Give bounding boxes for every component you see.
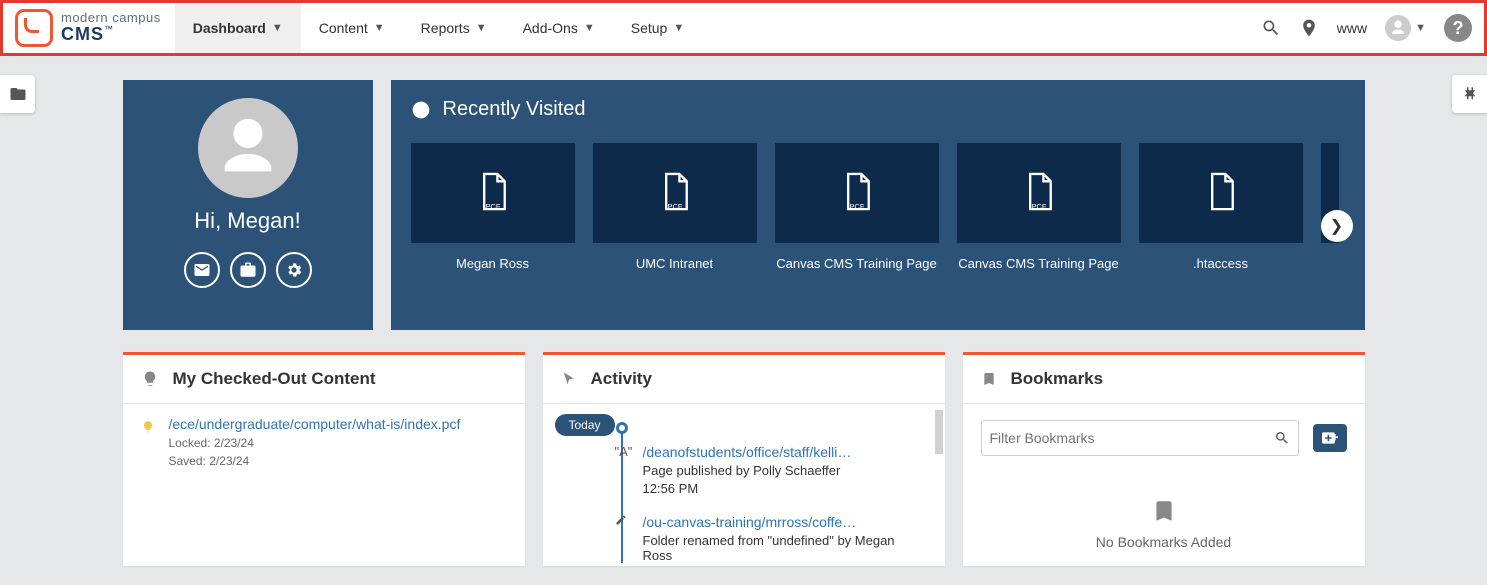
pcf-file-icon: PCF [411,143,575,243]
logo-mark-icon [15,9,53,47]
lightbulb-icon [141,370,159,388]
recently-visited-panel: Recently Visited PCF Megan Ross PCF UMC … [391,80,1365,330]
lightbulb-on-icon [141,420,155,434]
avatar-icon [1385,15,1411,41]
recent-item-label: .htaccess [1193,255,1248,273]
bookmarks-title: Bookmarks [1011,369,1104,389]
pencil-icon [615,514,627,526]
add-bookmark-button[interactable] [1313,424,1347,452]
file-icon [1139,143,1303,243]
activity-today-chip: Today [555,414,615,436]
recent-item[interactable]: PCF UMC Intranet [593,143,757,273]
location-pin-icon[interactable] [1299,18,1319,38]
settings-button[interactable] [276,252,312,288]
publish-icon: "A" [615,444,633,459]
activity-card: Activity Today "A" /deanofstudents/offic… [543,352,945,566]
user-actions [184,252,312,288]
checked-out-saved: Saved: 2/23/24 [169,454,461,468]
site-label[interactable]: www [1337,20,1367,36]
recent-item[interactable]: PCF Canvas CMS Training Page [775,143,939,273]
svg-text:PCF: PCF [485,202,500,211]
activity-timeline-dot [616,422,628,434]
nav-label: Add-Ons [523,20,578,36]
recent-item-label: Canvas CMS Training Page [958,255,1118,273]
bookmark-icon [981,498,1347,524]
recent-items-list: PCF Megan Ross PCF UMC Intranet PCF Canv… [411,143,1345,273]
bookmarks-filter-input[interactable] [981,420,1299,456]
workflow-button[interactable] [230,252,266,288]
checked-out-title: My Checked-Out Content [173,369,376,389]
chevron-down-icon: ▼ [584,22,595,34]
topbar-right: www ▼ ? [1261,14,1472,42]
user-greeting: Hi, Megan! [194,208,300,234]
bookmark-icon [981,371,997,387]
activity-link[interactable]: /deanofstudents/office/staff/kelli… [643,444,852,460]
activity-item: "A" /deanofstudents/office/staff/kelli… … [643,444,925,496]
logo[interactable]: modern campus CMS™ [15,9,161,47]
svg-text:PCF: PCF [667,202,682,211]
top-navigation: modern campus CMS™ Dashboard ▼ Content ▼… [0,0,1487,56]
clock-icon [411,100,431,120]
chevron-down-icon: ▼ [1415,22,1426,34]
nav-label: Reports [421,20,470,36]
activity-desc: Page published by Polly Schaeffer [643,463,925,478]
gadgets-tab[interactable] [1452,75,1487,113]
recent-item-label: UMC Intranet [636,255,713,273]
recent-item[interactable]: .htaccess [1139,143,1303,273]
chevron-right-icon: ❯ [1330,216,1343,236]
nav-addons[interactable]: Add-Ons ▼ [505,3,613,53]
search-icon[interactable] [1274,430,1290,446]
recent-item[interactable]: PCF Megan Ross [411,143,575,273]
nav-setup[interactable]: Setup ▼ [613,3,702,53]
user-avatar-icon [198,98,298,198]
chevron-down-icon: ▼ [476,22,487,34]
cursor-icon [561,371,577,387]
chevron-down-icon: ▼ [272,22,283,34]
recent-item-label: Canvas CMS Training Page [776,255,936,273]
user-menu[interactable]: ▼ [1385,15,1426,41]
user-card: Hi, Megan! [123,80,373,330]
pcf-file-icon: PCF [593,143,757,243]
help-icon[interactable]: ? [1444,14,1472,42]
recent-item[interactable]: PCF Canvas CMS Training Page [957,143,1121,273]
main-nav: Dashboard ▼ Content ▼ Reports ▼ Add-Ons … [175,3,703,53]
chevron-down-icon: ▼ [374,22,385,34]
nav-content[interactable]: Content ▼ [301,3,403,53]
recent-next-button[interactable]: ❯ [1321,210,1353,242]
checked-out-item: /ece/undergraduate/computer/what-is/inde… [141,416,507,468]
svg-text:PCF: PCF [849,202,864,211]
pcf-file-icon: PCF [775,143,939,243]
scrollbar[interactable] [935,410,943,557]
logo-line2: CMS [61,24,104,44]
search-icon[interactable] [1261,18,1281,38]
logo-text: modern campus CMS™ [61,11,161,45]
pcf-file-icon: PCF [957,143,1121,243]
bookmarks-filter-field[interactable] [990,430,1274,446]
activity-title: Activity [591,369,652,389]
bookmarks-empty-state: No Bookmarks Added [981,498,1347,550]
chevron-down-icon: ▼ [673,22,684,34]
activity-item: /ou-canvas-training/mrross/coffe… Folder… [643,514,925,563]
svg-text:PCF: PCF [1031,202,1046,211]
activity-desc: Folder renamed from "undefined" by Megan… [643,533,925,563]
activity-time: 12:56 PM [643,481,925,496]
nav-label: Setup [631,20,668,36]
bookmarks-card: Bookmarks [963,352,1365,566]
nav-label: Dashboard [193,20,266,36]
logo-line1: modern campus [61,11,161,25]
bookmarks-empty-text: No Bookmarks Added [981,534,1347,550]
recent-item-overflow [1321,143,1339,273]
nav-label: Content [319,20,368,36]
recently-visited-title: Recently Visited [443,98,586,121]
nav-reports[interactable]: Reports ▼ [403,3,505,53]
inbox-button[interactable] [184,252,220,288]
checked-out-card: My Checked-Out Content /ece/undergraduat… [123,352,525,566]
checked-out-locked: Locked: 2/23/24 [169,436,461,450]
activity-link[interactable]: /ou-canvas-training/mrross/coffe… [643,514,857,530]
nav-dashboard[interactable]: Dashboard ▼ [175,3,301,53]
checked-out-path-link[interactable]: /ece/undergraduate/computer/what-is/inde… [169,416,461,432]
recent-item-label: Megan Ross [456,255,529,273]
files-tab[interactable] [0,75,35,113]
